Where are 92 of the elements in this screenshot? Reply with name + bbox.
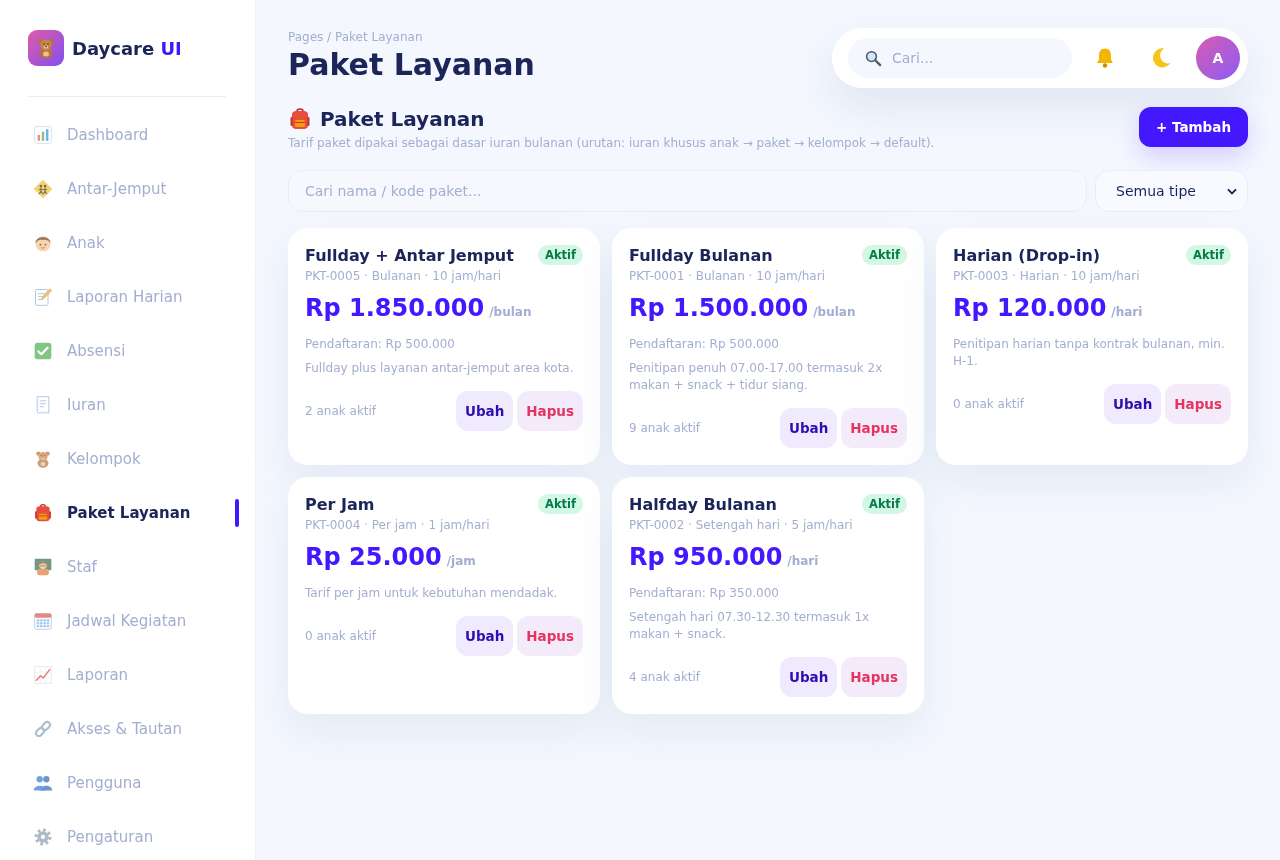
- package-meta: PKT-0003 · Harian · 10 jam/hari: [953, 268, 1141, 284]
- package-description: Fullday plus layanan antar-jemput area kota.: [305, 360, 575, 377]
- delete-button[interactable]: Hapus: [841, 408, 907, 448]
- sidebar-item[interactable]: Paket Layanan: [28, 486, 239, 540]
- sidebar-item[interactable]: Antar-Jemput: [28, 162, 239, 216]
- active-children-count: 0 anak aktif: [953, 397, 1025, 411]
- active-children-count: 2 anak aktif: [305, 404, 377, 418]
- edit-button[interactable]: Ubah: [455, 391, 514, 431]
- status-badge: Aktif: [1186, 245, 1231, 265]
- price-unit: /bulan: [489, 304, 532, 321]
- teddy-bear-icon: [33, 449, 53, 469]
- package-description: Tarif per jam untuk kebutuhan mendadak.: [305, 585, 559, 602]
- link-icon: [33, 719, 53, 739]
- delete-button[interactable]: Hapus: [517, 391, 583, 431]
- children-crossing-sign-icon: [33, 179, 53, 199]
- package-name: Per Jam: [305, 495, 375, 515]
- child-icon: [33, 233, 53, 253]
- checkmark-icon: [33, 341, 53, 361]
- chevron-down-icon: [1227, 187, 1237, 195]
- edit-button[interactable]: Ubah: [455, 616, 514, 656]
- edit-button[interactable]: Ubah: [1103, 384, 1162, 424]
- registration-fee: Pendaftaran: Rp 350.000: [629, 585, 780, 601]
- sidebar-item[interactable]: Akses & Tautan: [28, 702, 239, 756]
- teacher-icon: [33, 557, 53, 577]
- delete-button[interactable]: Hapus: [517, 616, 583, 656]
- sidebar-item[interactable]: Staf: [28, 540, 239, 594]
- active-children-count: 9 anak aktif: [629, 421, 701, 435]
- add-button[interactable]: + Tambah: [1138, 107, 1248, 147]
- sidebar-item[interactable]: Iuran: [28, 378, 239, 432]
- package-name: Harian (Drop-in): [953, 246, 1101, 266]
- line-chart-icon: [33, 665, 53, 685]
- type-dropdown[interactable]: Semua tipe: [1095, 170, 1248, 212]
- package-meta: PKT-0001 · Bulanan · 10 jam/hari: [629, 268, 826, 284]
- price-unit: /jam: [446, 553, 476, 570]
- search-field[interactable]: Cari nama / kode paket...: [288, 170, 1087, 212]
- backpack-icon: [288, 107, 312, 131]
- sidebar-item[interactable]: Pengguna: [28, 756, 239, 810]
- section-title: Paket Layanan: [320, 107, 485, 131]
- gear-icon: [33, 827, 53, 847]
- page-title: Paket Layanan: [288, 46, 535, 84]
- package-meta: PKT-0005 · Bulanan · 10 jam/hari: [305, 268, 502, 284]
- search-icon: [864, 49, 882, 67]
- status-badge: Aktif: [862, 245, 907, 265]
- price-unit: /hari: [1111, 304, 1143, 321]
- moon-icon[interactable]: [1151, 48, 1171, 68]
- price-unit: /hari: [787, 553, 819, 570]
- sidebar-item[interactable]: Absensi: [28, 324, 239, 378]
- brand-name: Daycare UI: [72, 37, 182, 59]
- registration-fee: Pendaftaran: Rp 500.000: [305, 336, 456, 352]
- package-name: Fullday Bulanan: [629, 246, 773, 266]
- package-name: Halfday Bulanan: [629, 495, 777, 515]
- people-icon: [33, 773, 53, 793]
- memo-pencil-icon: [33, 287, 53, 307]
- price: Rp 1.500.000: [629, 293, 809, 324]
- teddy-bear-logo-icon: [28, 30, 64, 66]
- backpack-icon: [33, 503, 53, 523]
- sidebar-item[interactable]: Laporan Harian: [28, 270, 239, 324]
- sidebar-item[interactable]: Jadwal Kegiatan: [28, 594, 239, 648]
- sidebar-item[interactable]: Kelompok: [28, 432, 239, 486]
- price: Rp 25.000: [305, 542, 442, 573]
- status-badge: Aktif: [538, 494, 583, 514]
- active-children-count: 0 anak aktif: [305, 629, 377, 643]
- sidebar-item[interactable]: Dashboard: [28, 108, 239, 162]
- sidebar-item[interactable]: Anak: [28, 216, 239, 270]
- delete-button[interactable]: Hapus: [1165, 384, 1231, 424]
- sidebar-item[interactable]: Pengaturan: [28, 810, 239, 860]
- search-field[interactable]: Cari...: [848, 38, 1072, 78]
- bar-chart-icon: [33, 125, 53, 145]
- package-name: Fullday + Antar Jemput: [305, 246, 514, 266]
- bell-icon[interactable]: [1095, 48, 1115, 68]
- status-badge: Aktif: [862, 494, 907, 514]
- package-description: Penitipan harian tanpa kontrak bulanan, min. H-1.: [953, 336, 1226, 370]
- package-description: Penitipan penuh 07.00-17.00 termasuk 2x makan + snack + tidur siang.: [629, 360, 884, 394]
- breadcrumb: Pages / Paket Layanan: [288, 30, 424, 45]
- avatar[interactable]: A: [1196, 36, 1240, 80]
- sidebar-item[interactable]: Laporan: [28, 648, 239, 702]
- delete-button[interactable]: Hapus: [841, 657, 907, 697]
- price: Rp 120.000: [953, 293, 1107, 324]
- package-description: Setengah hari 07.30-12.30 termasuk 1x makan + snack.: [629, 609, 871, 643]
- section-subtitle: Tarif paket dipakai sebagai dasar iuran bulanan (urutan: iuran khusus anak → paket → kelompok → default).: [288, 135, 935, 151]
- edit-button[interactable]: Ubah: [779, 408, 838, 448]
- price: Rp 950.000: [629, 542, 783, 573]
- price-unit: /bulan: [813, 304, 856, 321]
- package-meta: PKT-0004 · Per jam · 1 jam/hari: [305, 517, 491, 533]
- active-children-count: 4 anak aktif: [629, 670, 701, 684]
- package-meta: PKT-0002 · Setengah hari · 5 jam/hari: [629, 517, 854, 533]
- price: Rp 1.850.000: [305, 293, 485, 324]
- registration-fee: Pendaftaran: Rp 500.000: [629, 336, 780, 352]
- calendar-icon: [33, 611, 53, 631]
- active-indicator: [235, 499, 239, 527]
- edit-button[interactable]: Ubah: [779, 657, 838, 697]
- status-badge: Aktif: [538, 245, 583, 265]
